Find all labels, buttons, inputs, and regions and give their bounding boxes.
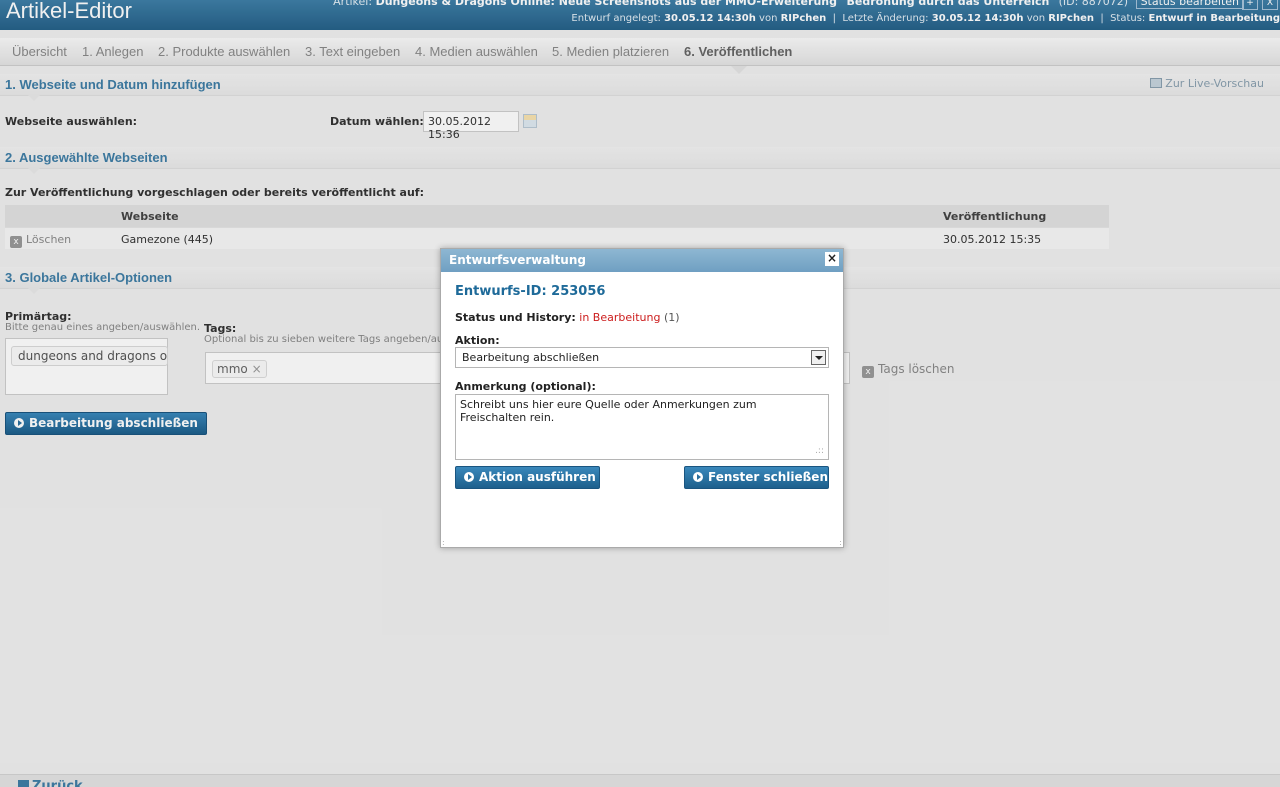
status-history: Status und History: in Bearbeitung (1) xyxy=(455,311,680,324)
arrow-right-icon xyxy=(693,472,703,482)
execute-action-button[interactable]: Aktion ausführen xyxy=(455,466,600,489)
status-value: in Bearbeitung xyxy=(579,311,661,324)
resize-handle-icon[interactable]: : xyxy=(442,538,445,547)
draft-management-dialog: Entwurfsverwaltung × Entwurfs-ID: 253056… xyxy=(440,248,844,548)
note-label: Anmerkung (optional): xyxy=(455,380,596,393)
action-select[interactable]: Bearbeitung abschließen xyxy=(455,347,829,368)
draft-id: Entwurfs-ID: 253056 xyxy=(455,284,606,299)
resize-handle-icon[interactable]: : xyxy=(839,538,842,547)
close-window-button[interactable]: Fenster schließen xyxy=(684,466,829,489)
status-count: (1) xyxy=(663,311,680,324)
close-icon[interactable]: × xyxy=(825,252,839,266)
dialog-title: Entwurfsverwaltung × xyxy=(441,249,843,272)
arrow-right-icon xyxy=(464,472,474,482)
chevron-down-icon[interactable] xyxy=(811,350,826,365)
resize-grip-icon[interactable]: .:: xyxy=(815,446,824,456)
action-label: Aktion: xyxy=(455,334,500,347)
note-textarea[interactable]: Schreibt uns hier eure Quelle oder Anmer… xyxy=(455,394,829,460)
